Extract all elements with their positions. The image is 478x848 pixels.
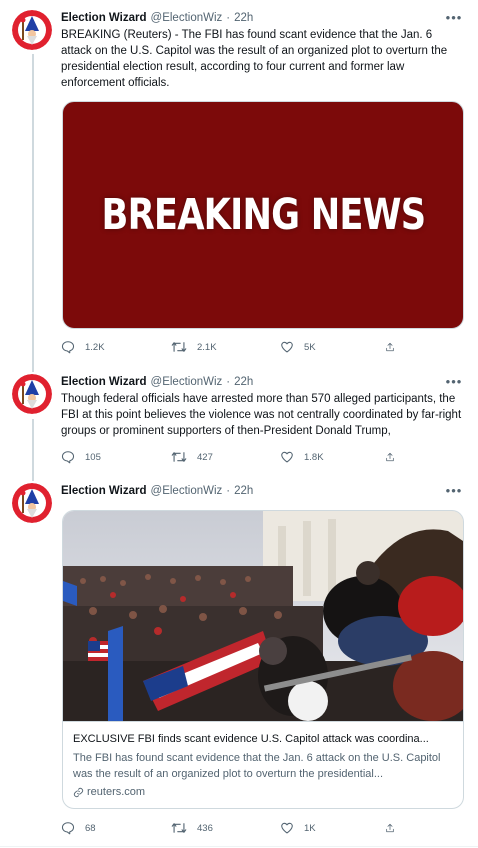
share-icon [386,452,394,462]
share-icon [386,342,394,352]
retweet-button[interactable]: 427 [171,450,280,464]
author-handle[interactable]: @ElectionWiz [151,10,223,26]
reply-icon [61,451,75,464]
like-button[interactable]: 1.8K [280,450,385,464]
tweet-time[interactable]: 22h [234,483,253,499]
reply-count: 1.2K [85,341,105,353]
avatar[interactable] [12,483,52,523]
reply-button[interactable]: 105 [61,450,171,464]
wizard-avatar-icon [12,483,52,523]
separator-dot: · [226,485,231,497]
like-count: 1K [304,822,316,834]
reply-button[interactable]: 68 [61,821,171,835]
tweet-text: BREAKING (Reuters) - The FBI has found s… [61,29,448,89]
avatar[interactable] [12,10,52,50]
wizard-avatar-icon [12,10,52,50]
more-options-icon[interactable]: ••• [444,482,464,498]
reply-count: 105 [85,451,101,463]
author-name[interactable]: Election Wizard [61,374,147,390]
card-title[interactable]: EXCLUSIVE FBI finds scant evidence U.S. … [73,732,453,747]
bottom-divider [0,846,478,847]
reply-button[interactable]: 1.2K [61,340,171,354]
tweet-header: Election Wizard @ElectionWiz · 22h [61,482,253,500]
heart-icon [281,451,293,463]
tweet-actions: 105 427 1.8K [61,448,406,466]
retweet-button[interactable]: 436 [171,821,280,835]
link-preview-card[interactable]: EXCLUSIVE FBI finds scant evidence U.S. … [62,510,464,809]
avatar[interactable] [12,374,52,414]
author-name[interactable]: Election Wizard [61,483,147,499]
like-button[interactable]: 1K [280,821,385,835]
tweet-time[interactable]: 22h [234,10,253,26]
like-button[interactable]: 5K [280,340,385,354]
retweet-count: 436 [197,822,213,834]
reply-icon [61,341,75,354]
tweet-actions: 1.2K 2.1K 5K [61,338,406,356]
like-count: 5K [304,341,316,353]
like-count: 1.8K [304,451,324,463]
card-description: The FBI has found scant evidence that th… [73,752,441,780]
reply-icon [61,822,75,835]
share-button[interactable] [385,340,405,354]
more-options-icon[interactable]: ••• [444,373,464,389]
card-domain-text: reuters.com [87,786,146,798]
heart-icon [281,341,293,353]
card-domain[interactable]: reuters.com [73,785,453,800]
reply-count: 68 [85,822,96,834]
wizard-avatar-icon [12,374,52,414]
author-handle[interactable]: @ElectionWiz [151,483,223,499]
tweet[interactable]: Election Wizard @ElectionWiz · 22h ••• T… [0,370,478,480]
retweet-icon [171,452,187,462]
tweet-actions: 68 436 1K [61,819,406,837]
tweet-text: Though federal officials have arrested m… [61,393,462,437]
share-button[interactable] [385,450,405,464]
author-handle[interactable]: @ElectionWiz [151,374,223,390]
heart-icon [281,822,293,834]
breaking-news-image[interactable]: BREAKING NEWS [62,101,464,329]
capitol-crowd-photo [63,511,463,721]
tweet[interactable]: Election Wizard @ElectionWiz · 22h ••• E… [0,480,478,848]
link-icon [73,787,84,798]
author-name[interactable]: Election Wizard [61,10,147,26]
retweet-button[interactable]: 2.1K [171,340,280,354]
tweet-header: Election Wizard @ElectionWiz · 22h [61,373,253,391]
separator-dot: · [226,12,231,24]
retweet-icon [171,342,187,352]
retweet-icon [171,823,187,833]
retweet-count: 2.1K [197,341,217,353]
separator-dot: · [226,376,231,388]
card-body: EXCLUSIVE FBI finds scant evidence U.S. … [63,721,463,808]
share-icon [386,823,394,833]
breaking-news-label: BREAKING NEWS [101,190,426,240]
retweet-count: 427 [197,451,213,463]
tweet-time[interactable]: 22h [234,374,253,390]
tweet-header: Election Wizard @ElectionWiz · 22h [61,9,253,27]
tweet[interactable]: Election Wizard @ElectionWiz · 22h ••• B… [0,0,478,370]
more-options-icon[interactable]: ••• [444,9,464,25]
share-button[interactable] [385,821,405,835]
